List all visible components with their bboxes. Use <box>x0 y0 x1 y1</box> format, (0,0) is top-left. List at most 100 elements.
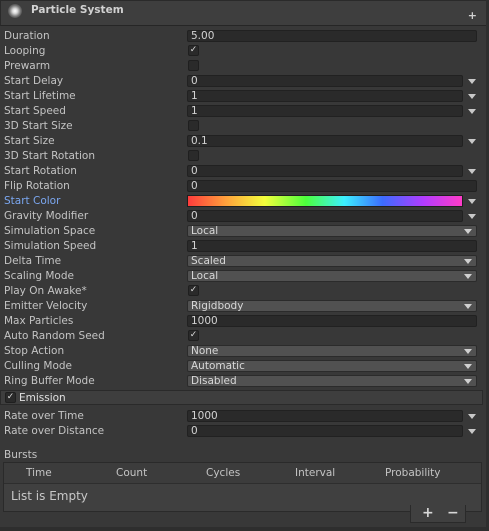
bursts-col-probability: Probability <box>385 467 441 479</box>
prewarm-label: Prewarm <box>4 60 51 72</box>
emitter-velocity-select[interactable]: Rigidbody <box>187 300 477 312</box>
scaling-mode-label: Scaling Mode <box>4 270 74 282</box>
looping-checkbox[interactable]: ✓ <box>188 45 199 56</box>
looping-row: Looping ✓ <box>0 44 489 59</box>
rate-over-distance-label: Rate over Distance <box>4 425 105 437</box>
plus-icon[interactable]: + <box>422 505 434 521</box>
bursts-column-header: Time Count Cycles Interval Probability <box>4 463 481 484</box>
delta-time-value: Scaled <box>191 255 226 267</box>
rate-over-time-row: Rate over Time 1000 <box>0 409 489 424</box>
delta-time-select[interactable]: Scaled <box>187 255 477 267</box>
culling-mode-select[interactable]: Automatic <box>187 360 477 372</box>
panel-bottom-edge <box>0 527 489 531</box>
component-header[interactable]: Particle System + <box>0 0 487 26</box>
start-lifetime-label: Start Lifetime <box>4 90 76 102</box>
flip-rotation-label: Flip Rotation <box>4 180 70 192</box>
start-size-3d-checkbox[interactable] <box>188 120 199 131</box>
stop-action-value: None <box>191 345 219 357</box>
emission-enabled-checkbox[interactable]: ✓ <box>5 392 16 403</box>
start-speed-field[interactable]: 1 <box>187 105 463 117</box>
prewarm-row: Prewarm <box>0 59 489 74</box>
start-rotation-field[interactable]: 0 <box>187 165 463 177</box>
start-rotation-3d-label: 3D Start Rotation <box>4 150 96 162</box>
rate-over-distance-field[interactable]: 0 <box>187 425 463 437</box>
start-size-dropdown-icon[interactable] <box>468 139 476 144</box>
minus-icon[interactable]: − <box>447 505 459 521</box>
gravity-modifier-row: Gravity Modifier 0 <box>0 209 489 224</box>
start-rotation-row: Start Rotation 0 <box>0 164 489 179</box>
start-lifetime-field[interactable]: 1 <box>187 90 463 102</box>
start-delay-label: Start Delay <box>4 75 64 87</box>
emission-title: Emission <box>19 392 66 404</box>
stop-action-row: Stop Action None <box>0 344 489 359</box>
start-color-dropdown-icon[interactable] <box>468 199 476 204</box>
start-rotation-label: Start Rotation <box>4 165 77 177</box>
ring-buffer-mode-select[interactable]: Disabled <box>187 375 477 387</box>
start-delay-field[interactable]: 0 <box>187 75 463 87</box>
rate-over-time-label: Rate over Time <box>4 410 84 422</box>
start-lifetime-dropdown-icon[interactable] <box>468 94 476 99</box>
play-on-awake-row: Play On Awake* ✓ <box>0 284 489 299</box>
looping-label: Looping <box>4 45 46 57</box>
chevron-down-icon <box>464 379 472 384</box>
flip-rotation-row: Flip Rotation 0 <box>0 179 489 194</box>
duration-row: Duration 5.00 <box>0 29 489 44</box>
ring-buffer-mode-value: Disabled <box>191 375 237 387</box>
emitter-velocity-row: Emitter Velocity Rigidbody <box>0 299 489 314</box>
ring-buffer-mode-label: Ring Buffer Mode <box>4 375 95 387</box>
duration-field[interactable]: 5.00 <box>187 30 477 42</box>
chevron-down-icon <box>464 349 472 354</box>
rate-over-time-field[interactable]: 1000 <box>187 410 463 422</box>
prewarm-checkbox[interactable] <box>188 60 199 71</box>
start-speed-row: Start Speed 1 <box>0 104 489 119</box>
start-rotation-dropdown-icon[interactable] <box>468 169 476 174</box>
start-speed-dropdown-icon[interactable] <box>468 109 476 114</box>
add-plus-icon[interactable]: + <box>468 9 477 22</box>
bursts-col-cycles: Cycles <box>206 467 241 479</box>
rate-over-distance-row: Rate over Distance 0 <box>0 424 489 439</box>
start-rotation-3d-row: 3D Start Rotation <box>0 149 489 164</box>
start-color-gradient[interactable] <box>187 195 463 207</box>
flip-rotation-field[interactable]: 0 <box>187 180 477 192</box>
start-size-label: Start Size <box>4 135 55 147</box>
start-size-field[interactable]: 0.1 <box>187 135 463 147</box>
gravity-modifier-field[interactable]: 0 <box>187 210 463 222</box>
gravity-modifier-dropdown-icon[interactable] <box>468 214 476 219</box>
bursts-col-count: Count <box>116 467 148 479</box>
particle-system-icon <box>8 4 22 18</box>
chevron-down-icon <box>464 229 472 234</box>
play-on-awake-label: Play On Awake* <box>4 285 87 297</box>
rate-over-distance-dropdown-icon[interactable] <box>468 429 476 434</box>
max-particles-label: Max Particles <box>4 315 74 327</box>
culling-mode-value: Automatic <box>191 360 245 372</box>
start-rotation-3d-checkbox[interactable] <box>188 150 199 161</box>
duration-label: Duration <box>4 30 50 42</box>
gravity-modifier-label: Gravity Modifier <box>4 210 89 222</box>
start-delay-dropdown-icon[interactable] <box>468 79 476 84</box>
scaling-mode-select[interactable]: Local <box>187 270 477 282</box>
emission-module-header[interactable]: ✓ Emission <box>0 390 483 405</box>
simulation-space-value: Local <box>191 225 219 237</box>
start-speed-label: Start Speed <box>4 105 66 117</box>
bursts-col-interval: Interval <box>295 467 336 479</box>
culling-mode-row: Culling Mode Automatic <box>0 359 489 374</box>
rate-over-time-dropdown-icon[interactable] <box>468 414 476 419</box>
start-lifetime-row: Start Lifetime 1 <box>0 89 489 104</box>
simulation-speed-field[interactable]: 1 <box>187 240 477 252</box>
stop-action-select[interactable]: None <box>187 345 477 357</box>
bursts-footer: + − <box>410 505 466 523</box>
max-particles-field[interactable]: 1000 <box>187 315 477 327</box>
component-title: Particle System <box>31 4 124 16</box>
delta-time-row: Delta Time Scaled <box>0 254 489 269</box>
culling-mode-label: Culling Mode <box>4 360 73 372</box>
start-delay-row: Start Delay 0 <box>0 74 489 89</box>
simulation-speed-row: Simulation Speed 1 <box>0 239 489 254</box>
start-size-3d-row: 3D Start Size <box>0 119 489 134</box>
chevron-down-icon <box>464 259 472 264</box>
play-on-awake-checkbox[interactable]: ✓ <box>188 285 199 296</box>
simulation-space-select[interactable]: Local <box>187 225 477 237</box>
scaling-mode-row: Scaling Mode Local <box>0 269 489 284</box>
chevron-down-icon <box>464 364 472 369</box>
auto-random-seed-checkbox[interactable]: ✓ <box>188 330 199 341</box>
simulation-speed-label: Simulation Speed <box>4 240 97 252</box>
